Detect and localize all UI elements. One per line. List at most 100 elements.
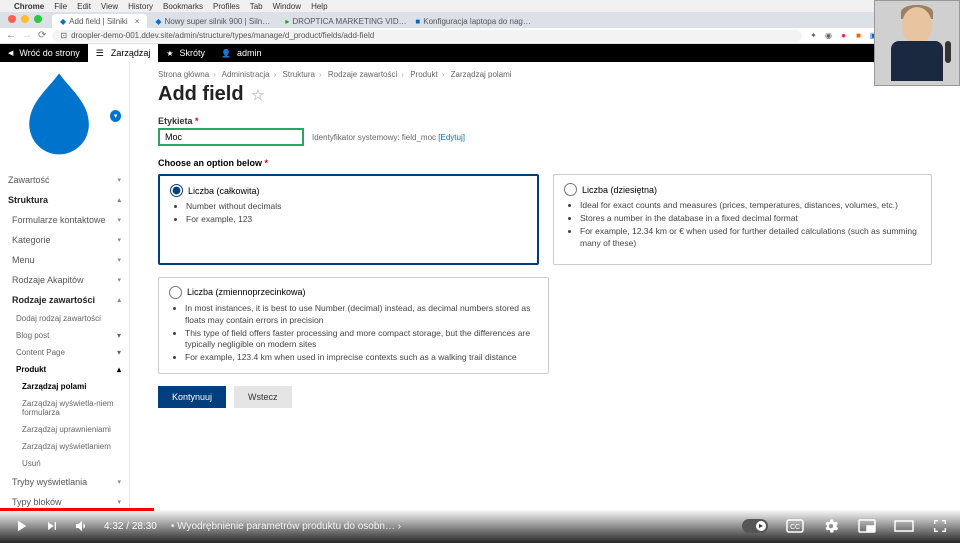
volume-icon[interactable] xyxy=(74,518,90,534)
option-bullet: Stores a number in the database in a fix… xyxy=(580,213,921,225)
address-bar[interactable]: ⊡ droopler-demo-001.ddev.site/admin/struc… xyxy=(52,30,802,42)
sidebar-subsub-manage-fields[interactable]: Zarządzaj polami xyxy=(0,378,129,395)
sidebar-sub-blog[interactable]: Blog post▾ xyxy=(0,327,129,344)
breadcrumb-item[interactable]: Administracja xyxy=(222,70,270,79)
browser-tab[interactable]: ◆Add field | Silniki× xyxy=(52,14,147,28)
label-title: Etykieta * xyxy=(158,116,932,126)
ext-icon[interactable]: ◉ xyxy=(823,30,834,41)
chevron-icon: ▴ xyxy=(117,365,121,374)
label-input[interactable] xyxy=(158,128,304,146)
sidebar-sub-product[interactable]: Produkt ▴ xyxy=(0,361,129,378)
star-icon[interactable]: ☆ xyxy=(251,87,264,104)
menu-history[interactable]: History xyxy=(128,2,153,11)
autoplay-toggle[interactable] xyxy=(742,519,768,533)
option-float[interactable]: Liczba (zmiennoprzecinkowa) In most inst… xyxy=(158,277,549,374)
sidebar-label: Zarządzaj uprawnieniami xyxy=(22,425,111,434)
sidebar-item-paragraph-types[interactable]: Rodzaje Akapitów xyxy=(0,270,129,290)
manage-menu[interactable]: Zarządzaj xyxy=(88,44,159,62)
ext-icon[interactable]: ✦ xyxy=(808,30,819,41)
play-icon[interactable] xyxy=(12,517,30,535)
sidebar-subsub-delete[interactable]: Usuń xyxy=(0,455,129,472)
menu-profiles[interactable]: Profiles xyxy=(213,2,240,11)
sidebar-label: Zarządzaj polami xyxy=(22,382,86,391)
sidebar-item-menu[interactable]: Menu xyxy=(0,250,129,270)
radio-float[interactable] xyxy=(169,286,182,299)
sidebar-item-content[interactable]: Zawartość xyxy=(0,170,129,190)
window-controls xyxy=(8,15,42,23)
edit-machine-name[interactable]: [Edytuj] xyxy=(438,133,465,142)
sidebar-label: Usuń xyxy=(22,459,41,468)
breadcrumb-item[interactable]: Strona główna xyxy=(158,70,209,79)
option-bullet: For example, 12.34 km or € when used for… xyxy=(580,226,921,250)
sidebar-sub-add-type[interactable]: Dodaj rodzaj zawartości xyxy=(0,310,129,327)
breadcrumb-item[interactable]: Produkt xyxy=(410,70,438,79)
breadcrumb-item[interactable]: Rodzaje zawartości xyxy=(328,70,397,79)
sidebar-label: Tryby wyświetlania xyxy=(12,477,87,487)
sidebar-sub-content-page[interactable]: Content Page▾ xyxy=(0,344,129,361)
sidebar-item-structure[interactable]: Struktura xyxy=(0,190,129,210)
menu-bookmarks[interactable]: Bookmarks xyxy=(163,2,203,11)
breadcrumb-item[interactable]: Struktura xyxy=(283,70,315,79)
captions-icon[interactable]: CC xyxy=(786,519,804,533)
sidebar-item-contact-forms[interactable]: Formularze kontaktowe xyxy=(0,210,129,230)
close-tab-icon[interactable]: × xyxy=(135,17,140,26)
sidebar-subsub-permissions[interactable]: Zarządzaj uprawnieniami xyxy=(0,421,129,438)
theater-icon[interactable] xyxy=(894,520,914,532)
shortcuts-menu[interactable]: Skróty xyxy=(158,44,213,62)
radio-integer[interactable] xyxy=(170,184,183,197)
menu-window[interactable]: Window xyxy=(273,2,301,11)
back-button[interactable]: Wstecz xyxy=(234,386,292,408)
admin-sidebar: ▾ Zawartość Struktura Formularze kontakt… xyxy=(0,62,130,509)
sidebar-label: Produkt xyxy=(16,365,46,374)
breadcrumb-item[interactable]: Zarządzaj polami xyxy=(451,70,512,79)
sidebar-subsub-form-display[interactable]: Zarządzaj wyświetla-niem formularza xyxy=(0,395,129,421)
option-decimal[interactable]: Liczba (dziesiętna) Ideal for exact coun… xyxy=(553,174,932,265)
radio-decimal[interactable] xyxy=(564,183,577,196)
menu-tab[interactable]: Tab xyxy=(250,2,263,11)
toolbar-label: admin xyxy=(237,48,262,58)
chevron-right-icon: › xyxy=(398,521,401,532)
close-window[interactable] xyxy=(8,15,16,23)
site-info-icon[interactable]: ⊡ xyxy=(60,31,67,40)
ext-icon[interactable]: ● xyxy=(838,30,849,41)
browser-tab[interactable]: ■Konfiguracja laptopa do nag…× xyxy=(407,14,537,28)
sidebar-label: Zarządzaj wyświetlaniem xyxy=(22,442,111,451)
menu-file[interactable]: File xyxy=(54,2,67,11)
machine-name: Identyfikator systemowy: field_moc [Edyt… xyxy=(312,133,465,142)
sidebar-subsub-display[interactable]: Zarządzaj wyświetlaniem xyxy=(0,438,129,455)
continue-button[interactable]: Kontynuuj xyxy=(158,386,226,408)
menu-help[interactable]: Help xyxy=(311,2,327,11)
forward-icon[interactable]: → xyxy=(22,30,32,41)
option-bullet: In most instances, it is best to use Num… xyxy=(185,303,538,327)
browser-tab[interactable]: ◆Nowy super silnik 900 | Siln…× xyxy=(147,14,277,28)
reload-icon[interactable]: ⟳ xyxy=(38,30,46,41)
sidebar-item-content-types[interactable]: Rodzaje zawartości xyxy=(0,290,129,310)
tab-label: Nowy super silnik 900 | Siln… xyxy=(165,17,271,26)
user-menu[interactable]: admin xyxy=(213,44,269,62)
back-icon[interactable]: ← xyxy=(6,30,16,41)
sidebar-item-display-modes[interactable]: Tryby wyświetlania xyxy=(0,472,129,492)
url-text: droopler-demo-001.ddev.site/admin/struct… xyxy=(71,31,374,40)
settings-icon[interactable] xyxy=(822,517,840,535)
next-icon[interactable] xyxy=(44,518,60,534)
video-chapter[interactable]: • Wyodrębnienie parametrów produktu do o… xyxy=(171,521,401,532)
option-title: Liczba (dziesiętna) xyxy=(582,185,657,195)
minimize-window[interactable] xyxy=(21,15,29,23)
ext-icon[interactable]: ■ xyxy=(853,30,864,41)
option-bullet: This type of field offers faster process… xyxy=(185,328,538,352)
menu-view[interactable]: View xyxy=(101,2,118,11)
sidebar-label: Zawartość xyxy=(8,175,50,185)
collapse-icon[interactable]: ▾ xyxy=(110,110,121,122)
sidebar-item-categories[interactable]: Kategorie xyxy=(0,230,129,250)
maximize-window[interactable] xyxy=(34,15,42,23)
toolbar-label: Wróć do strony xyxy=(19,48,79,58)
miniplayer-icon[interactable] xyxy=(858,519,876,533)
sidebar-item-block-types[interactable]: Typy bloków xyxy=(0,492,129,509)
fullscreen-icon[interactable] xyxy=(932,518,948,534)
back-to-site[interactable]: Wróć do strony xyxy=(0,44,88,62)
option-title: Liczba (zmiennoprzecinkowa) xyxy=(187,287,306,297)
menu-chrome[interactable]: Chrome xyxy=(14,2,44,11)
option-integer[interactable]: Liczba (całkowita) Number without decima… xyxy=(158,174,539,265)
browser-tab[interactable]: ▸DROPTICA MARKETING VID…× xyxy=(277,14,407,28)
menu-edit[interactable]: Edit xyxy=(77,2,91,11)
